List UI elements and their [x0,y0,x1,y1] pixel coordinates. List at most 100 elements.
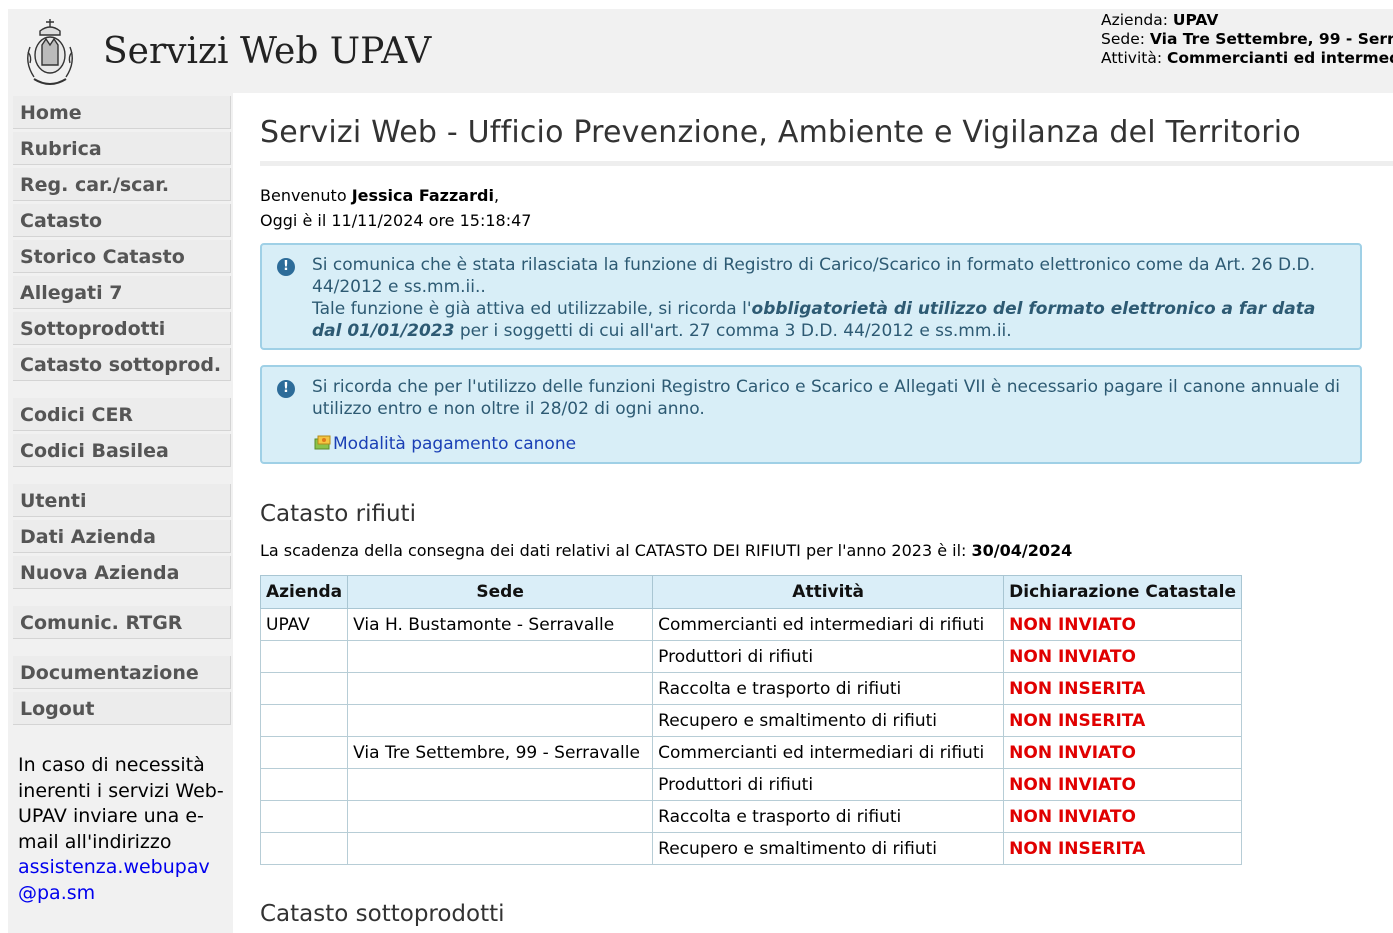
cell-status[interactable]: NON INSERITA [1003,832,1242,865]
cell-sede [347,768,654,801]
nav-item-nuova-azienda[interactable]: Nuova Azienda [13,556,231,589]
deadline-date: 30/04/2024 [971,541,1073,560]
page-title: Servizi Web - Ufficio Prevenzione, Ambie… [260,115,1301,150]
header: Servizi Web UPAV Azienda: UPAV Sede: Via… [8,9,1393,93]
cell-status[interactable]: NON INVIATO [1003,640,1242,673]
cell-attivita: Raccolta e trasporto di rifiuti [652,800,1005,833]
table-header-row: Azienda Sede Attività Dichiarazione Cata… [259,575,1242,609]
table-row[interactable]: Recupero e smaltimento di rifiuti NON IN… [259,832,1242,865]
cell-azienda [259,736,349,769]
nav-item-registro[interactable]: Reg. car./scar. [13,168,231,201]
table-row[interactable]: Produttori di rifiuti NON INVIATO [259,640,1242,673]
user-name: Jessica Fazzardi [351,186,494,205]
pagamento-canone-link[interactable]: Modalità pagamento canone [314,433,576,455]
help-text: In caso di necessità inerenti i servizi … [18,753,228,906]
cell-status[interactable]: NON INVIATO [1003,608,1242,641]
cell-status[interactable]: NON INVIATO [1003,800,1242,833]
cell-sede [347,704,654,737]
info-icon: ! [277,258,295,276]
column-header-dichiarazione: Dichiarazione Catastale [1003,575,1242,609]
sede-label: Sede: [1101,30,1150,48]
cell-azienda [259,640,349,673]
cell-status[interactable]: NON INVIATO [1003,768,1242,801]
alert-registro-text-1: Si comunica che è stata rilasciata la fu… [312,255,1316,297]
nav-item-documentazione[interactable]: Documentazione [13,656,231,689]
nav-item-utenti[interactable]: Utenti [13,484,231,517]
cell-sede [347,640,654,673]
table-row[interactable]: Raccolta e trasporto di rifiuti NON INSE… [259,672,1242,705]
cell-azienda [259,672,349,705]
info-alert-canone: ! Si ricorda che per l'utilizzo delle fu… [260,365,1362,464]
nav-item-sottoprodotti[interactable]: Sottoprodotti [13,312,231,345]
deadline-notice: La scadenza della consegna dei dati rela… [260,541,1072,560]
welcome-line: Benvenuto Jessica Fazzardi, [260,183,531,208]
section-title-catasto-rifiuti: Catasto rifiuti [260,501,416,527]
nav-item-codici-basilea[interactable]: Codici Basilea [13,434,231,467]
info-icon: ! [277,380,295,398]
table-row[interactable]: Produttori di rifiuti NON INVIATO [259,768,1242,801]
alert-canone-text: Si ricorda che per l'utilizzo delle funz… [312,377,1340,419]
site-title: Servizi Web UPAV [103,31,432,72]
alert-registro-text-2: Tale funzione è già attiva ed utilizzabi… [312,299,752,319]
coat-of-arms-logo[interactable] [20,17,80,89]
cell-sede: Via H. Bustamonte - Serravalle [347,608,654,641]
help-message: In caso di necessità inerenti i servizi … [18,754,224,853]
title-divider [260,161,1393,166]
cell-sede [347,832,654,865]
cell-status[interactable]: NON INVIATO [1003,736,1242,769]
nav-item-codici-cer[interactable]: Codici CER [13,398,231,431]
cell-azienda [259,800,349,833]
attivita-value: Commercianti ed intermediari di rifiuti [1167,49,1393,67]
today-line: Oggi è il 11/11/2024 ore 15:18:47 [260,211,532,230]
alert-registro-text: Si comunica che è stata rilasciata la fu… [312,254,1350,342]
table-row[interactable]: UPAV Via H. Bustamonte - Serravalle Comm… [259,608,1242,641]
column-header-attivita: Attività [652,575,1005,609]
info-alert-registro: ! Si comunica che è stata rilasciata la … [260,243,1362,350]
help-email-line2[interactable]: @pa.sm [18,882,95,904]
table-row[interactable]: Via Tre Settembre, 99 - Serravalle Comme… [259,736,1242,769]
cell-attivita: Commercianti ed intermediari di rifiuti [652,736,1005,769]
company-info: Azienda: UPAV Sede: Via Tre Settembre, 9… [1101,11,1393,68]
nav-item-comunic-rtgr[interactable]: Comunic. RTGR [13,606,231,639]
nav-item-home[interactable]: Home [13,96,231,129]
help-email-line1[interactable]: assistenza.webupav [18,856,210,878]
nav-item-logout[interactable]: Logout [13,692,231,725]
sidebar: Home Rubrica Reg. car./scar. Catasto Sto… [8,93,233,933]
cell-attivita: Produttori di rifiuti [652,768,1005,801]
cell-attivita: Recupero e smaltimento di rifiuti [652,832,1005,865]
cell-sede [347,800,654,833]
pagamento-canone-label[interactable]: Modalità pagamento canone [333,434,576,454]
help-email-link[interactable]: assistenza.webupav @pa.sm [18,856,210,904]
cell-attivita: Commercianti ed intermediari di rifiuti [652,608,1005,641]
cell-attivita: Recupero e smaltimento di rifiuti [652,704,1005,737]
section-title-catasto-sottoprodotti: Catasto sottoprodotti [260,901,505,927]
cell-attivita: Produttori di rifiuti [652,640,1005,673]
column-header-sede: Sede [347,575,654,609]
nav-item-dati-azienda[interactable]: Dati Azienda [13,520,231,553]
cell-azienda [259,832,349,865]
nav-item-catasto-sottoprod[interactable]: Catasto sottoprod. [13,348,231,381]
welcome-block: Benvenuto Jessica Fazzardi, Oggi è il 11… [260,183,531,233]
payment-icon [314,435,331,450]
cell-sede [347,672,654,705]
cell-status[interactable]: NON INSERITA [1003,672,1242,705]
deadline-text: La scadenza della consegna dei dati rela… [260,541,972,560]
catasto-table: Azienda Sede Attività Dichiarazione Cata… [259,575,1242,865]
nav-item-rubrica[interactable]: Rubrica [13,132,231,165]
cell-azienda [259,704,349,737]
welcome-prefix: Benvenuto [260,186,352,205]
nav-item-catasto[interactable]: Catasto [13,204,231,237]
attivita-line: Attività: Commercianti ed intermediari d… [1101,49,1393,68]
alert-registro-text-3: per i soggetti di cui all'art. 27 comma … [454,321,1012,341]
cell-azienda [259,768,349,801]
azienda-value: UPAV [1172,11,1219,29]
attivita-label: Attività: [1101,49,1167,67]
table-row[interactable]: Raccolta e trasporto di rifiuti NON INVI… [259,800,1242,833]
welcome-suffix: , [493,186,500,205]
nav-item-storico-catasto[interactable]: Storico Catasto [13,240,231,273]
nav-item-allegati-7[interactable]: Allegati 7 [13,276,231,309]
cell-status[interactable]: NON INSERITA [1003,704,1242,737]
cell-sede: Via Tre Settembre, 99 - Serravalle [347,736,654,769]
cell-attivita: Raccolta e trasporto di rifiuti [652,672,1005,705]
table-row[interactable]: Recupero e smaltimento di rifiuti NON IN… [259,704,1242,737]
